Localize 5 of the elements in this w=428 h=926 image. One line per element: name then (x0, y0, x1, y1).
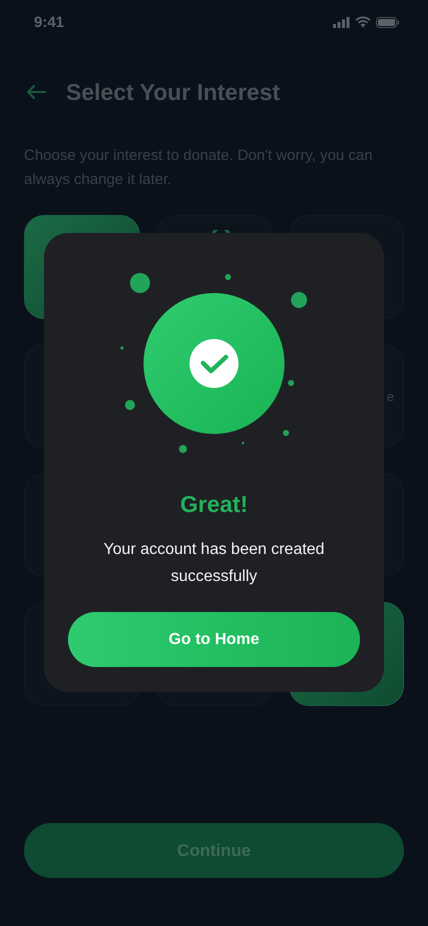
dialog-title: Great! (180, 491, 248, 518)
dialog-message: Your account has been created successfully (102, 540, 326, 587)
status-time: 9:41 (34, 14, 64, 30)
page-title: Select Your Interest (66, 78, 280, 106)
go-home-button[interactable]: Go to Home (68, 612, 360, 667)
